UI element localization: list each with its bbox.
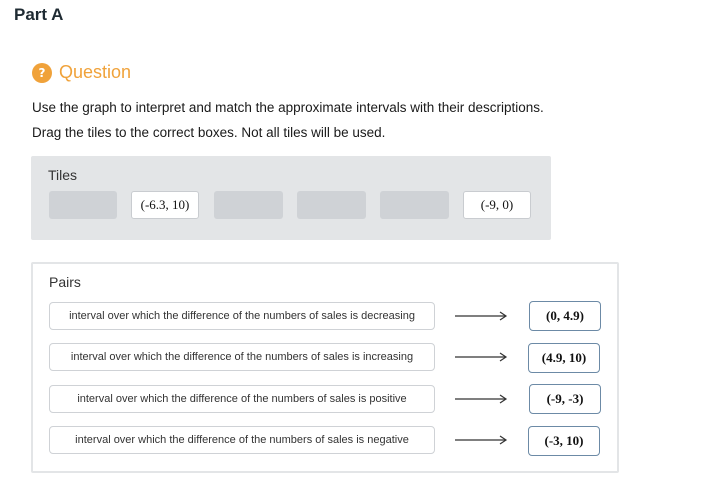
question-label: Question — [59, 62, 132, 82]
empty-tile-slot — [380, 191, 449, 219]
pair-description: interval over which the difference of th… — [49, 302, 435, 330]
pair-description: interval over which the difference of th… — [49, 385, 435, 413]
tiles-panel: Tiles (-6.3, 10) (-9, 0) — [31, 156, 551, 240]
tiles-heading: Tiles — [48, 167, 78, 183]
answer-drop-box[interactable]: (-9, -3) — [529, 384, 601, 414]
pairs-heading: Pairs — [49, 274, 81, 290]
answer-drop-box[interactable]: (-3, 10) — [528, 426, 600, 456]
arrow-right-icon — [455, 394, 508, 404]
pair-description: interval over which the difference of th… — [49, 426, 435, 454]
instruction-text: Use the graph to interpret and match the… — [32, 100, 544, 115]
question-header: ? Question — [32, 62, 131, 83]
draggable-tile[interactable]: (-9, 0) — [463, 191, 531, 219]
empty-tile-slot — [297, 191, 366, 219]
part-title: Part A — [14, 5, 64, 24]
draggable-tile[interactable]: (-6.3, 10) — [131, 191, 199, 219]
empty-tile-slot — [214, 191, 283, 219]
arrow-right-icon — [455, 352, 508, 362]
instruction-text: Drag the tiles to the correct boxes. Not… — [32, 125, 386, 140]
pairs-panel: Pairs interval over which the difference… — [31, 262, 619, 473]
answer-drop-box[interactable]: (4.9, 10) — [528, 343, 600, 373]
answer-drop-box[interactable]: (0, 4.9) — [529, 301, 601, 331]
empty-tile-slot — [49, 191, 117, 219]
question-mark-icon: ? — [32, 62, 52, 83]
arrow-right-icon — [455, 311, 508, 321]
pair-description: interval over which the difference of th… — [49, 343, 435, 371]
arrow-right-icon — [455, 435, 508, 445]
